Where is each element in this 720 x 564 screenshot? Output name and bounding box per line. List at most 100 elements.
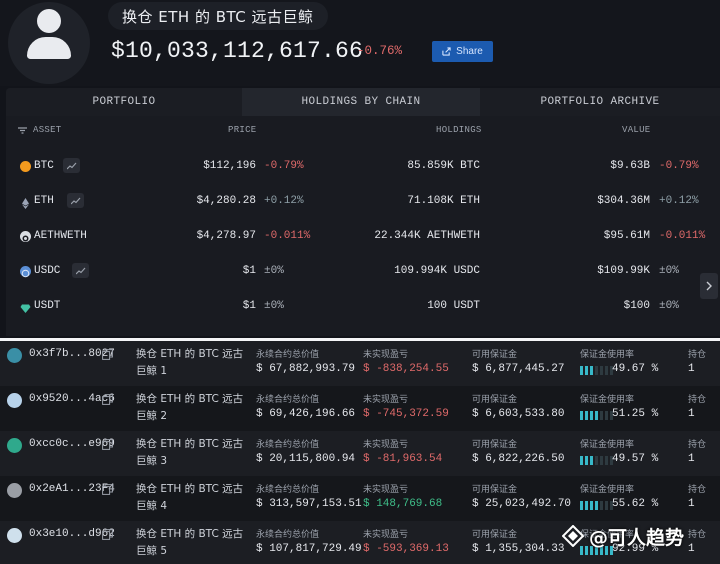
wallet-header: 换仓 ETH 的 BTC 远古巨鲸 $10,033,112,617.66 -0.… — [0, 0, 720, 86]
portfolio-total-value: $10,033,112,617.66 — [111, 38, 364, 64]
asset-value-change: ±0% — [659, 265, 679, 277]
positions-count: 1 — [688, 498, 695, 510]
column-header-value[interactable]: VALUE — [622, 125, 651, 135]
asset-price: $1 — [242, 300, 256, 312]
tab-portfolio[interactable]: PORTFOLIO — [6, 88, 242, 116]
unrealized-pnl-label: 未实现盈亏 — [363, 395, 409, 405]
wallet-identicon-icon — [7, 348, 22, 363]
copy-icon[interactable] — [102, 484, 113, 495]
whale-row[interactable]: 0x3f7b...8027 换仓 ETH 的 BTC 远古巨鲸 1 永续合约总价… — [0, 341, 720, 386]
positions-count: 1 — [688, 543, 695, 555]
unrealized-pnl: $ -838,254.55 — [363, 363, 449, 375]
margin-usage-segment — [595, 501, 598, 510]
positions-count: 1 — [688, 453, 695, 465]
asset-holdings: 85.859K BTC — [407, 160, 480, 172]
margin-usage-segment — [585, 456, 588, 465]
whale-row[interactable]: 0x2eA1...23F4 换仓 ETH 的 BTC 远古巨鲸 4 永续合约总价… — [0, 476, 720, 521]
positions-label: 持仓 — [688, 350, 707, 360]
asset-value-change: -0.79% — [659, 160, 699, 172]
wallet-identicon-icon — [7, 393, 22, 408]
margin-usage-segment — [605, 501, 608, 510]
share-button[interactable]: Share — [432, 41, 493, 62]
margin-usage-segment — [590, 456, 593, 465]
trend-chart-button[interactable] — [67, 193, 84, 208]
asset-price-change: ±0% — [264, 265, 284, 277]
trend-icon — [66, 162, 76, 169]
asset-price: $4,278.97 — [196, 230, 256, 242]
available-margin-label: 可用保证金 — [472, 440, 518, 450]
whale-row[interactable]: 0xcc0c...e969 换仓 ETH 的 BTC 远古巨鲸 3 永续合约总价… — [0, 431, 720, 476]
asset-row-btc[interactable]: BTC $112,196 -0.79% 85.859K BTC $9.63B -… — [6, 149, 720, 184]
margin-usage-segment — [585, 366, 588, 375]
trend-chart-button[interactable] — [63, 158, 80, 173]
unrealized-pnl: $ -745,372.59 — [363, 408, 449, 420]
wallet-identicon-icon — [7, 483, 22, 498]
margin-usage-bar — [580, 501, 613, 510]
perp-value-label: 永续合约总价值 — [256, 530, 320, 540]
asset-symbol: USDC — [34, 265, 61, 277]
asset-row-aethweth[interactable]: AETHWETH $4,278.97 -0.011% 22.344K AETHW… — [6, 219, 720, 254]
copy-icon[interactable] — [102, 349, 113, 360]
trend-icon — [70, 197, 80, 204]
asset-value: $9.63B — [610, 160, 650, 172]
positions-label: 持仓 — [688, 440, 707, 450]
whale-name: 换仓 ETH 的 BTC 远古巨鲸 4 — [136, 483, 244, 512]
whale-name: 换仓 ETH 的 BTC 远古巨鲸 1 — [136, 348, 244, 377]
column-header-holdings[interactable]: HOLDINGS — [436, 125, 482, 135]
tab-holdings-by-chain[interactable]: HOLDINGS BY CHAIN — [242, 88, 480, 116]
column-header-price[interactable]: PRICE — [228, 125, 257, 135]
column-header-asset[interactable]: ASSET — [18, 125, 62, 135]
unrealized-pnl-label: 未实现盈亏 — [363, 440, 409, 450]
trend-chart-button[interactable] — [72, 263, 89, 278]
margin-usage-segment — [605, 366, 608, 375]
perp-value-label: 永续合约总价值 — [256, 350, 320, 360]
available-margin-label: 可用保证金 — [472, 350, 518, 360]
available-margin: $ 6,822,226.50 — [472, 453, 565, 465]
asset-price-change: ±0% — [264, 300, 284, 312]
margin-usage-segment — [595, 456, 598, 465]
usdc-coin-icon — [20, 266, 31, 278]
avatar-body — [27, 37, 71, 59]
unrealized-pnl-label: 未实现盈亏 — [363, 485, 409, 495]
watermark-logo-icon — [562, 525, 584, 547]
positions-label: 持仓 — [688, 395, 707, 405]
margin-usage-value: 49.67 % — [612, 363, 659, 375]
margin-usage-value: 51.25 % — [612, 408, 659, 420]
positions-count: 1 — [688, 408, 695, 420]
margin-usage-label: 保证金使用率 — [580, 395, 635, 405]
copy-icon[interactable] — [102, 529, 113, 540]
margin-usage-bar — [580, 411, 613, 420]
positions-label: 持仓 — [688, 530, 707, 540]
scroll-right-button[interactable] — [700, 273, 718, 299]
margin-usage-bar — [580, 456, 613, 465]
asset-price-change: -0.79% — [264, 160, 304, 172]
margin-usage-segment — [605, 456, 608, 465]
asset-row-usdt[interactable]: USDT $1 ±0% 100 USDT $100 ±0% — [6, 289, 720, 324]
asset-row-eth[interactable]: ETH $4,280.28 +0.12% 71.108K ETH $304.36… — [6, 184, 720, 219]
margin-usage-segment — [590, 501, 593, 510]
perp-value-label: 永续合约总价值 — [256, 395, 320, 405]
margin-usage-segment — [580, 501, 583, 510]
watermark: @可人趋势 — [562, 521, 684, 551]
margin-usage-segment — [605, 411, 608, 420]
unrealized-pnl-label: 未实现盈亏 — [363, 350, 409, 360]
copy-icon[interactable] — [102, 439, 113, 450]
asset-price-change: +0.12% — [264, 195, 304, 207]
asset-symbol: USDT — [34, 300, 61, 312]
column-header-asset-label: ASSET — [33, 125, 62, 135]
available-margin: $ 6,877,445.27 — [472, 363, 565, 375]
tab-portfolio-archive[interactable]: PORTFOLIO ARCHIVE — [480, 88, 720, 116]
asset-row-usdc[interactable]: USDC $1 ±0% 109.994K USDC $109.99K ±0% — [6, 254, 720, 289]
asset-holdings: 71.108K ETH — [407, 195, 480, 207]
share-label: Share — [456, 46, 483, 57]
avatar — [8, 2, 90, 84]
margin-usage-label: 保证金使用率 — [580, 350, 635, 360]
whale-row[interactable]: 0x9520...4ac6 换仓 ETH 的 BTC 远古巨鲸 2 永续合约总价… — [0, 386, 720, 431]
wallet-title: 换仓 ETH 的 BTC 远古巨鲸 — [122, 7, 314, 26]
copy-icon[interactable] — [102, 394, 113, 405]
perp-value: $ 69,426,196.66 — [256, 408, 356, 420]
margin-usage-label: 保证金使用率 — [580, 485, 635, 495]
portfolio-total-change: -0.76% — [357, 44, 403, 58]
unrealized-pnl: $ -81,963.54 — [363, 453, 443, 465]
watermark-text: @可人趋势 — [589, 526, 685, 549]
